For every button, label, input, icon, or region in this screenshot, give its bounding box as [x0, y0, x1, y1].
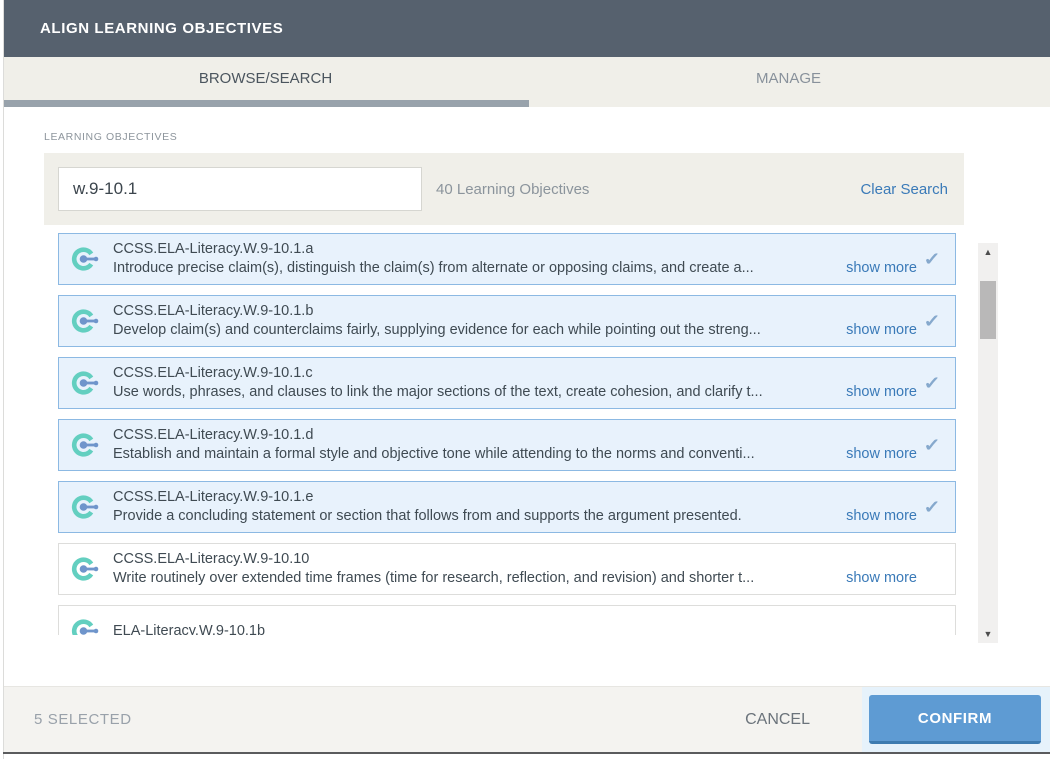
- check-icon: ✓: [915, 249, 950, 270]
- tab-browse-search[interactable]: BROWSE/SEARCH: [4, 57, 527, 100]
- tab-manage-label: MANAGE: [756, 70, 821, 87]
- selected-count: 5 SELECTED: [34, 711, 745, 728]
- tab-indicator-row: [4, 100, 1050, 107]
- objective-row[interactable]: ELA-Literacy.W.9-10.1b: [58, 605, 956, 635]
- objective-code: CCSS.ELA-Literacy.W.9-10.1.a: [113, 240, 917, 259]
- objective-code: CCSS.ELA-Literacy.W.9-10.1.b: [113, 302, 917, 321]
- search-input[interactable]: [58, 167, 422, 211]
- confirm-button[interactable]: CONFIRM: [869, 695, 1041, 744]
- objective-description: Introduce precise claim(s), distinguish …: [113, 259, 834, 278]
- scroll-down-button[interactable]: ▼: [978, 625, 998, 643]
- show-more-link[interactable]: show more: [846, 384, 917, 400]
- learning-objective-icon: [71, 368, 101, 398]
- tab-indicator-rest: [529, 100, 1050, 107]
- objective-description: Establish and maintain a formal style an…: [113, 445, 834, 464]
- objective-code: CCSS.ELA-Literacy.W.9-10.1.e: [113, 488, 917, 507]
- objective-row[interactable]: CCSS.ELA-Literacy.W.9-10.1.d Establish a…: [58, 419, 956, 471]
- result-count: 40 Learning Objectives: [436, 181, 860, 198]
- learning-objective-icon: [71, 306, 101, 336]
- objective-description: Write routinely over extended time frame…: [113, 569, 834, 588]
- scroll-up-icon: ▲: [984, 247, 993, 257]
- learning-objective-icon: [71, 430, 101, 460]
- objective-row[interactable]: CCSS.ELA-Literacy.W.9-10.1.a Introduce p…: [58, 233, 956, 285]
- objective-row[interactable]: CCSS.ELA-Literacy.W.9-10.1.b Develop cla…: [58, 295, 956, 347]
- objective-text: ELA-Literacy.W.9-10.1b: [113, 622, 917, 636]
- tab-manage[interactable]: MANAGE: [527, 57, 1050, 100]
- clear-search-link[interactable]: Clear Search: [860, 181, 948, 198]
- check-icon: ✓: [915, 373, 950, 394]
- scroll-up-button[interactable]: ▲: [978, 243, 998, 261]
- objective-text: CCSS.ELA-Literacy.W.9-10.10 Write routin…: [113, 550, 917, 588]
- tab-bar: BROWSE/SEARCH MANAGE: [4, 57, 1050, 100]
- objective-code: CCSS.ELA-Literacy.W.9-10.10: [113, 550, 917, 569]
- tab-browse-search-label: BROWSE/SEARCH: [199, 70, 332, 87]
- objective-text: CCSS.ELA-Literacy.W.9-10.1.a Introduce p…: [113, 240, 917, 278]
- check-icon: ✓: [915, 497, 950, 518]
- objective-code: CCSS.ELA-Literacy.W.9-10.1.c: [113, 364, 917, 383]
- dialog-header: ALIGN LEARNING OBJECTIVES: [4, 0, 1050, 57]
- search-panel: 40 Learning Objectives Clear Search: [44, 153, 964, 225]
- check-icon: ✓: [915, 311, 950, 332]
- show-more-link[interactable]: show more: [846, 508, 917, 524]
- active-tab-indicator: [4, 100, 529, 107]
- objective-row[interactable]: CCSS.ELA-Literacy.W.9-10.1.c Use words, …: [58, 357, 956, 409]
- objective-list: CCSS.ELA-Literacy.W.9-10.1.a Introduce p…: [58, 233, 956, 635]
- learning-objective-icon: [71, 554, 101, 584]
- objective-row[interactable]: CCSS.ELA-Literacy.W.9-10.1.e Provide a c…: [58, 481, 956, 533]
- objective-description: Provide a concluding statement or sectio…: [113, 507, 834, 526]
- check-icon: ✓: [915, 435, 950, 456]
- objective-description: Develop claim(s) and counterclaims fairl…: [113, 321, 834, 340]
- show-more-link[interactable]: show more: [846, 570, 917, 586]
- objective-code: CCSS.ELA-Literacy.W.9-10.1.d: [113, 426, 917, 445]
- dialog-title: ALIGN LEARNING OBJECTIVES: [40, 20, 283, 37]
- objective-text: CCSS.ELA-Literacy.W.9-10.1.d Establish a…: [113, 426, 917, 464]
- objective-text: CCSS.ELA-Literacy.W.9-10.1.b Develop cla…: [113, 302, 917, 340]
- learning-objective-icon: [71, 244, 101, 274]
- scrollbar-track[interactable]: [978, 261, 998, 625]
- scroll-down-icon: ▼: [984, 629, 993, 639]
- show-more-link[interactable]: show more: [846, 322, 917, 338]
- dialog-footer: 5 SELECTED CANCEL CONFIRM: [4, 686, 1050, 752]
- cancel-button[interactable]: CANCEL: [745, 711, 810, 729]
- window-bottom-edge: [3, 752, 1050, 754]
- learning-objective-icon: [71, 492, 101, 522]
- learning-objectives-section-label: LEARNING OBJECTIVES: [44, 131, 1050, 143]
- confirm-button-halo: CONFIRM: [862, 687, 1050, 753]
- learning-objective-icon: [71, 616, 101, 635]
- align-learning-objectives-dialog: ALIGN LEARNING OBJECTIVES BROWSE/SEARCH …: [3, 0, 1050, 759]
- objective-text: CCSS.ELA-Literacy.W.9-10.1.c Use words, …: [113, 364, 917, 402]
- objective-text: CCSS.ELA-Literacy.W.9-10.1.e Provide a c…: [113, 488, 917, 526]
- objective-code: ELA-Literacy.W.9-10.1b: [113, 622, 917, 636]
- list-scrollbar[interactable]: ▲ ▼: [978, 243, 998, 643]
- objective-description: Use words, phrases, and clauses to link …: [113, 383, 834, 402]
- scrollbar-thumb[interactable]: [980, 281, 996, 339]
- objective-list-area: CCSS.ELA-Literacy.W.9-10.1.a Introduce p…: [4, 233, 1050, 635]
- show-more-link[interactable]: show more: [846, 260, 917, 276]
- show-more-link[interactable]: show more: [846, 446, 917, 462]
- objective-row[interactable]: CCSS.ELA-Literacy.W.9-10.10 Write routin…: [58, 543, 956, 595]
